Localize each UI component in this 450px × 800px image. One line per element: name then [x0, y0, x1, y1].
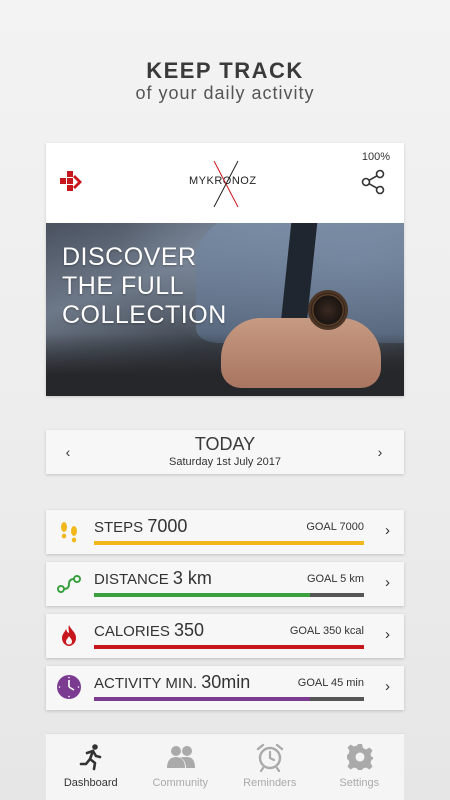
device-card: MYKRONOZ 100% DISCOVER THE FULL COLLECTI…	[46, 143, 404, 396]
runner-icon	[79, 744, 102, 771]
metric-value: 7000	[147, 516, 188, 536]
device-card-header: MYKRONOZ 100%	[46, 143, 404, 223]
metric-label: STEPS 7000	[94, 516, 187, 537]
date-selector: ‹ TODAY Saturday 1st July 2017 ›	[46, 430, 404, 474]
metric-progress-track	[94, 645, 364, 649]
metric-label-text: ACTIVITY MIN.	[94, 675, 198, 692]
nav-label: Reminders	[243, 777, 297, 789]
metric-progress-track	[94, 593, 364, 597]
metric-label: CALORIES 350	[94, 620, 204, 641]
metric-goal: GOAL 350 kcal	[289, 625, 364, 637]
metric-progress-fill	[94, 697, 310, 701]
metric-progress-fill	[94, 645, 364, 649]
kronoz-logo-icon	[60, 171, 82, 191]
metric-row-activity[interactable]: ACTIVITY MIN. 30min GOAL 45 min ›	[46, 666, 404, 710]
nav-item-reminders[interactable]: Reminders	[225, 734, 315, 800]
nav-item-settings[interactable]: Settings	[315, 734, 405, 800]
battery-level: 100%	[361, 151, 390, 163]
bottom-nav: Dashboard Community Reminders Settings	[46, 733, 404, 800]
gear-icon	[346, 744, 373, 770]
date-title: TODAY	[194, 434, 256, 454]
metric-value: 350	[174, 620, 205, 640]
chevron-right-icon: ›	[385, 626, 390, 643]
hero-title: KEEP TRACK	[146, 58, 304, 83]
metric-label-text: STEPS	[94, 519, 144, 536]
banner-hand-shape	[221, 318, 381, 388]
metric-goal: GOAL 7000	[306, 521, 364, 533]
metric-label-text: DISTANCE	[94, 571, 169, 588]
chevron-right-icon[interactable]: ›	[370, 442, 390, 462]
flame-icon	[62, 625, 76, 646]
metric-progress-fill	[94, 541, 364, 545]
nav-label: Dashboard	[63, 777, 118, 789]
people-icon	[166, 746, 195, 768]
nav-label: Community	[152, 777, 209, 789]
chevron-right-icon: ›	[385, 522, 390, 539]
share-icon[interactable]	[360, 169, 386, 195]
metric-goal: GOAL 45 min	[297, 677, 364, 689]
banner-text: DISCOVER THE FULL COLLECTION	[62, 243, 227, 330]
date-label: Saturday 1st July 2017	[169, 456, 281, 468]
metric-row-distance[interactable]: DISTANCE 3 km GOAL 5 km ›	[46, 562, 404, 606]
nav-item-community[interactable]: Community	[136, 734, 226, 800]
metric-row-calories[interactable]: CALORIES 350 GOAL 350 kcal ›	[46, 614, 404, 658]
metric-value: 3 km	[172, 568, 212, 588]
metric-progress-track	[94, 541, 364, 545]
metric-value: 30min	[201, 672, 251, 692]
chevron-right-icon: ›	[385, 574, 390, 591]
banner-watch-shape	[308, 290, 348, 330]
footprints-icon	[61, 522, 77, 543]
metric-progress-track	[94, 697, 364, 701]
metric-label-text: CALORIES	[94, 623, 170, 640]
nav-label: Settings	[339, 777, 380, 789]
route-icon	[57, 575, 81, 593]
metric-progress-fill	[94, 593, 310, 597]
metric-row-steps[interactable]: STEPS 7000 GOAL 7000 ›	[46, 510, 404, 554]
clock-icon	[57, 675, 81, 699]
banner-line-1: DISCOVER	[62, 243, 197, 271]
metric-label: ACTIVITY MIN. 30min	[94, 672, 250, 693]
banner-line-2: THE FULL	[62, 272, 185, 300]
banner-line-3: COLLECTION	[62, 301, 227, 329]
chevron-right-icon: ›	[385, 678, 390, 695]
metric-goal: GOAL 5 km	[306, 573, 364, 585]
collection-banner[interactable]: DISCOVER THE FULL COLLECTION	[46, 223, 404, 396]
brand-slash-icon	[213, 160, 239, 208]
metric-label: DISTANCE 3 km	[94, 568, 212, 589]
alarm-clock-icon	[256, 743, 284, 772]
hero-subtitle: of your daily activity	[135, 83, 315, 103]
nav-item-dashboard[interactable]: Dashboard	[46, 734, 136, 800]
